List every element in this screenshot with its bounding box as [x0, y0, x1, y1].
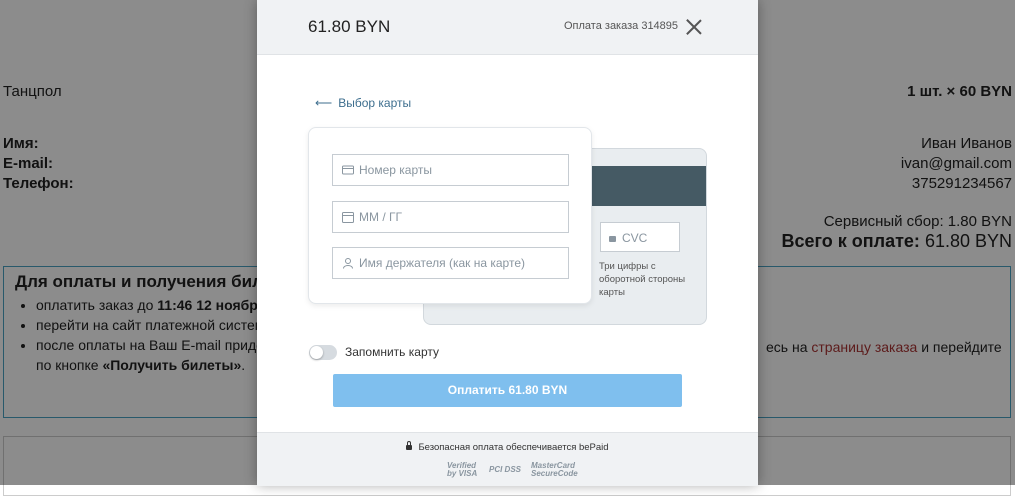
card-front: Номер карты ММ / ГГ Имя держателя (как н… — [308, 127, 592, 304]
payment-amount: 61.80 BYN — [308, 17, 391, 36]
secure-text: Безопасная оплата обеспечивается bePaid — [418, 442, 609, 453]
order-number: Оплата заказа 314895 — [564, 20, 679, 32]
user-icon — [343, 258, 353, 269]
holder-placeholder: Имя держателя (как на карте) — [359, 256, 525, 270]
lock-icon — [406, 441, 413, 450]
card-number-placeholder: Номер карты — [359, 163, 432, 177]
cvc-input[interactable]: CVC — [600, 222, 680, 252]
payment-modal: 61.80 BYN Оплата заказа 314895 ⟵ Выбор ка… — [257, 0, 758, 486]
remember-card-toggle[interactable] — [309, 345, 337, 360]
card-holder-input[interactable]: Имя держателя (как на карте) — [332, 247, 569, 279]
modal-footer: Безопасная оплата обеспечивается bePaid … — [257, 432, 758, 486]
remember-card-label: Запомнить карту — [345, 345, 439, 359]
cvc-placeholder: CVC — [622, 231, 648, 245]
payment-logos: Verified by VISA PCI DSS MasterCard Secu… — [447, 460, 578, 480]
toggle-knob — [310, 346, 323, 359]
mastercard-securecode-logo: MasterCard SecureCode — [531, 461, 578, 478]
card-number-input[interactable]: Номер карты — [332, 154, 569, 186]
credit-card-icon — [342, 165, 354, 175]
expiry-input[interactable]: ММ / ГГ — [332, 201, 569, 233]
back-to-card-selection[interactable]: ⟵ Выбор карты — [315, 96, 411, 110]
secure-payment-note: Безопасная оплата обеспечивается bePaid — [257, 441, 758, 453]
pay-button[interactable]: Оплатить 61.80 BYN — [333, 374, 682, 407]
lock-icon — [609, 236, 616, 242]
close-icon[interactable] — [685, 18, 703, 36]
pci-dss-logo: PCI DSS — [489, 465, 522, 474]
cvc-hint: Три цифры с оборотной стороны карты — [599, 261, 686, 298]
arrow-left-icon: ⟵ — [315, 96, 333, 110]
calendar-icon — [342, 212, 354, 223]
verified-by-visa-logo: Verified by VISA — [447, 461, 478, 478]
modal-header: 61.80 BYN Оплата заказа 314895 — [257, 0, 758, 55]
back-label: Выбор карты — [338, 96, 412, 110]
expiry-placeholder: ММ / ГГ — [359, 210, 402, 224]
